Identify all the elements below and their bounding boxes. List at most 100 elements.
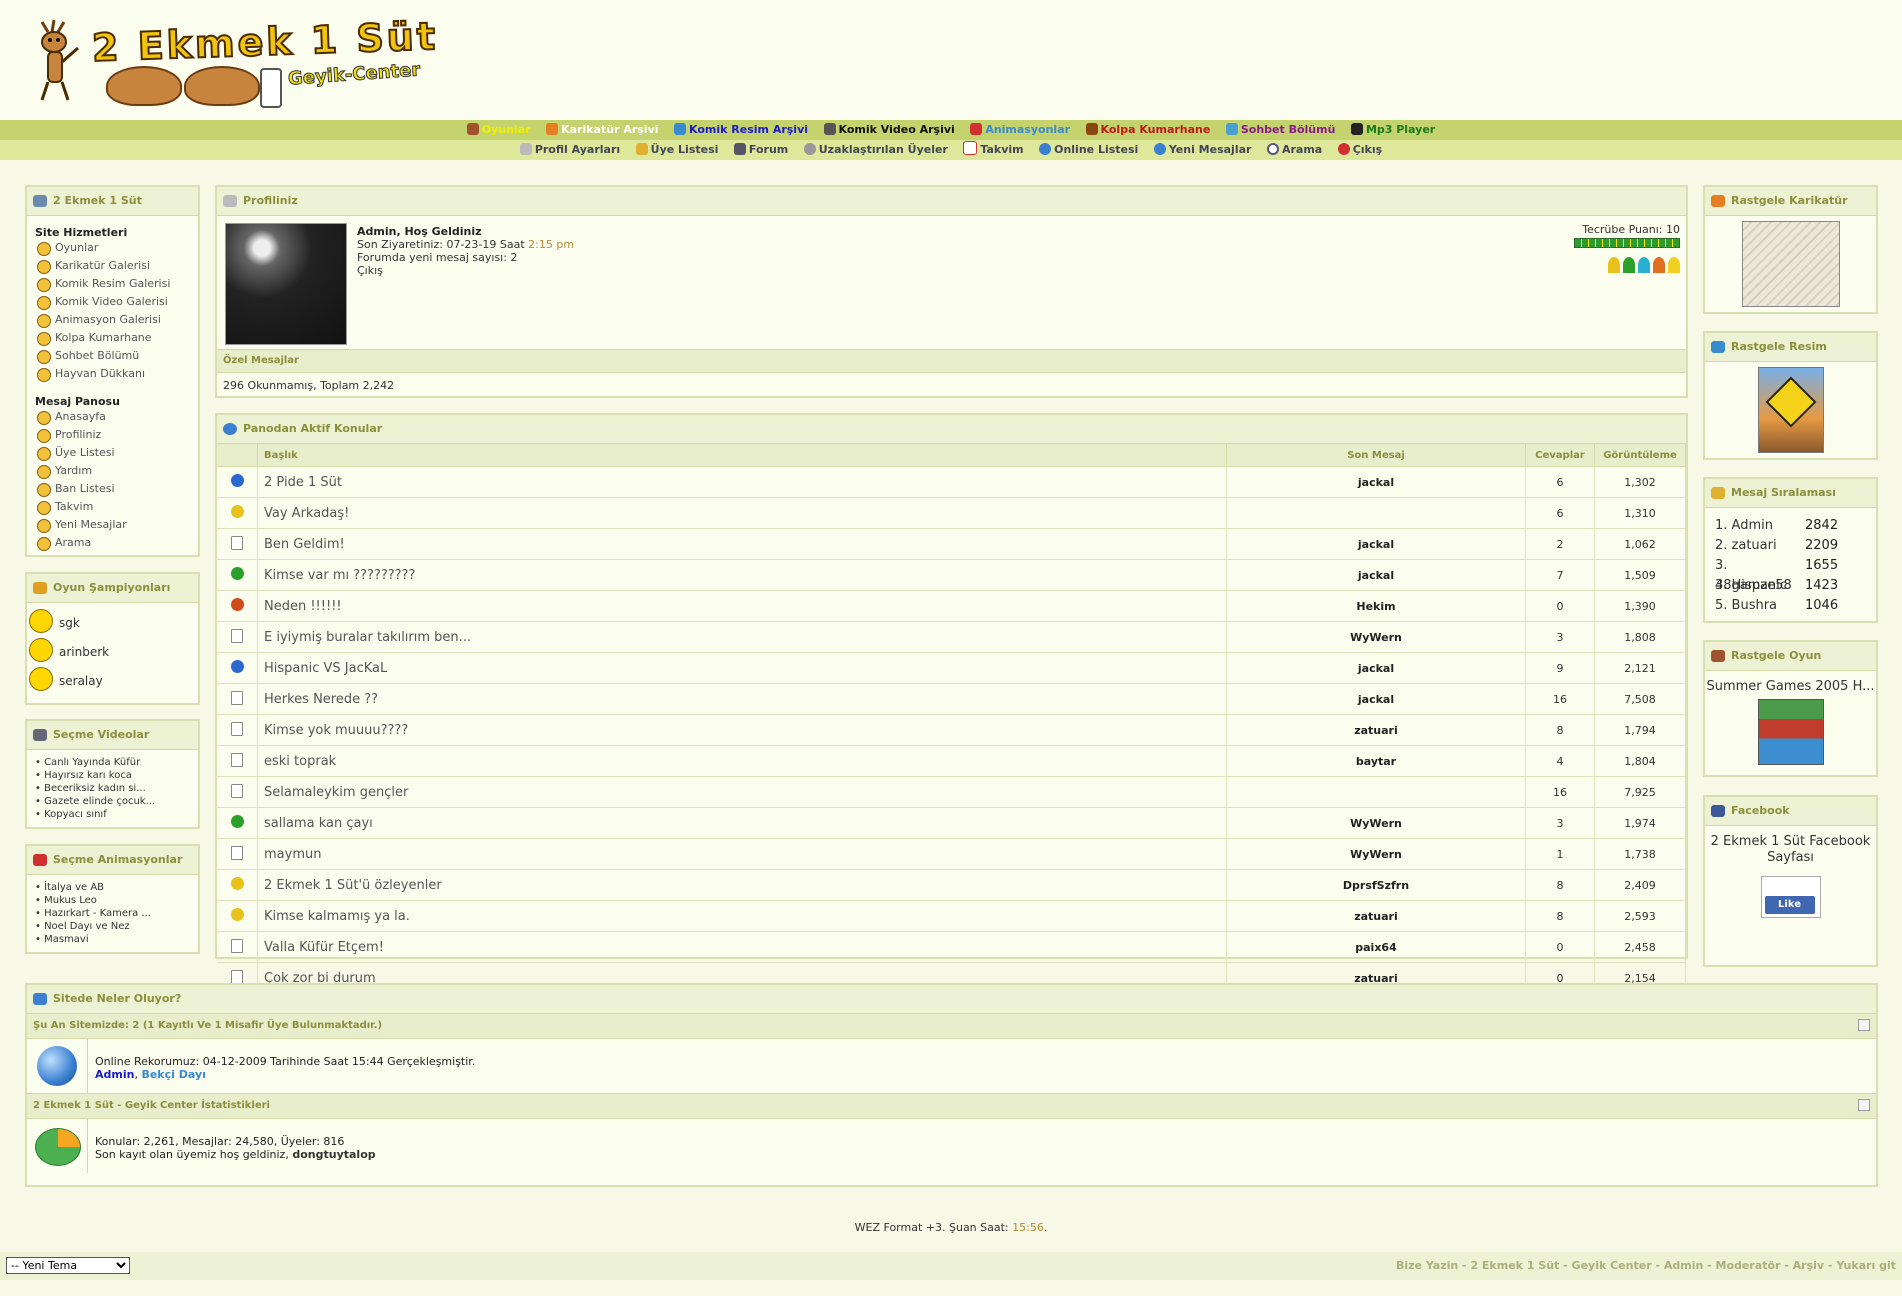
topic-title[interactable]: Kimse var mı ?????????: [257, 559, 1227, 591]
topic-last-poster[interactable]: jackal: [1226, 652, 1526, 684]
menu-item-yeni-mesajlar[interactable]: Yeni Mesajlar: [35, 516, 190, 534]
table-row[interactable]: Kimse kalmamış ya la. zatuari 8 2,593: [217, 900, 1686, 932]
nav-arama[interactable]: Arama: [1266, 140, 1322, 160]
topic-last-poster[interactable]: baytar: [1226, 745, 1526, 777]
animation-link[interactable]: • İtalya ve AB: [35, 881, 190, 894]
animation-link[interactable]: • Hazırkart - Kamera ...: [35, 907, 190, 920]
topic-last-poster[interactable]: jackal: [1226, 683, 1526, 715]
avatar[interactable]: [225, 223, 347, 345]
topic-title[interactable]: Selamaleykim gençler: [257, 776, 1227, 808]
table-row[interactable]: eski toprak baytar 4 1,804: [217, 745, 1686, 777]
menu-item-oyunlar[interactable]: Oyunlar: [35, 239, 190, 257]
topic-title[interactable]: Hispanic VS JacKaL: [257, 652, 1227, 684]
menu-item-takvim[interactable]: Takvim: [35, 498, 190, 516]
video-link[interactable]: • Beceriksiz kadın si...: [35, 782, 190, 795]
facebook-like-button[interactable]: Like: [1764, 896, 1815, 914]
ranking-row[interactable]: 5. Bushra 1046: [1715, 596, 1866, 616]
facebook-page-text[interactable]: 2 Ekmek 1 Süt Facebook Sayfası: [1705, 826, 1876, 866]
table-row[interactable]: Herkes Nerede ?? jackal 16 7,508: [217, 683, 1686, 715]
random-game-thumbnail[interactable]: [1757, 699, 1824, 765]
table-row[interactable]: Ben Geldim! jackal 2 1,062: [217, 528, 1686, 560]
video-link[interactable]: • Kopyacı sınıf: [35, 808, 190, 821]
menu-item-karikatur-galerisi[interactable]: Karikatür Galerisi: [35, 257, 190, 275]
theme-select[interactable]: -- Yeni Tema: [6, 1257, 130, 1274]
logout-link[interactable]: Çıkış: [357, 264, 383, 277]
menu-item-profiliniz[interactable]: Profiliniz: [35, 426, 190, 444]
video-link[interactable]: • Gazete elinde çocuk...: [35, 795, 190, 808]
topic-title[interactable]: Kimse yok muuuu????: [257, 714, 1227, 746]
topic-title[interactable]: Valla Küfür Etçem!: [257, 931, 1227, 963]
nav-oyunlar[interactable]: Oyunlar: [466, 120, 531, 140]
ranking-row[interactable]: 1. Admin 2842: [1715, 516, 1866, 536]
nav-mp3[interactable]: Mp3 Player: [1350, 120, 1435, 140]
topic-title[interactable]: Kimse kalmamış ya la.: [257, 900, 1227, 932]
table-row[interactable]: Neden !!!!!! Hekim 0 1,390: [217, 590, 1686, 622]
private-messages-summary[interactable]: 296 Okunmamış, Toplam 2,242: [223, 379, 394, 392]
topic-last-poster[interactable]: DprsfSzfrn: [1226, 869, 1526, 901]
topic-last-poster[interactable]: WyWern: [1226, 807, 1526, 839]
table-row[interactable]: 2 Ekmek 1 Süt'ü özleyenler DprsfSzfrn 8 2,4…: [217, 869, 1686, 901]
ranking-row[interactable]: 3. 38gamze58 1655: [1715, 556, 1866, 593]
menu-item-ban-listesi[interactable]: Ban Listesi: [35, 480, 190, 498]
online-user-link[interactable]: Bekçi Dayı: [141, 1068, 205, 1081]
table-row[interactable]: maymun WyWern 1 1,738: [217, 838, 1686, 870]
menu-item-uye-listesi[interactable]: Üye Listesi: [35, 444, 190, 462]
nav-yeni-mesajlar[interactable]: Yeni Mesajlar: [1153, 140, 1251, 160]
topic-last-poster[interactable]: WyWern: [1226, 621, 1526, 653]
nav-uzaklastirilan[interactable]: Uzaklaştırılan Üyeler: [803, 140, 948, 160]
table-row[interactable]: Kimse yok muuuu???? zatuari 8 1,794: [217, 714, 1686, 746]
animation-link[interactable]: • Masmavi: [35, 933, 190, 946]
newest-member-link[interactable]: dongtuytalop: [292, 1148, 375, 1161]
nav-kolpa[interactable]: Kolpa Kumarhane: [1085, 120, 1210, 140]
site-logo[interactable]: 2 Ekmek 1 Süt Geyik-Center: [34, 12, 454, 112]
table-row[interactable]: Vay Arkadaş! 6 1,310: [217, 497, 1686, 529]
video-link[interactable]: • Canlı Yayında Küfür: [35, 756, 190, 769]
table-row[interactable]: 2 Pide 1 Süt jackal 6 1,302: [217, 466, 1686, 498]
collapse-icon[interactable]: [1858, 1019, 1870, 1031]
topic-last-poster[interactable]: Hekim: [1226, 590, 1526, 622]
nav-sohbet[interactable]: Sohbet Bölümü: [1225, 120, 1335, 140]
animation-link[interactable]: • Noel Dayı ve Nez: [35, 920, 190, 933]
nav-cikis[interactable]: Çıkış: [1337, 140, 1382, 160]
topic-title[interactable]: sallama kan çayı: [257, 807, 1227, 839]
nav-profil-ayarlari[interactable]: Profil Ayarları: [519, 140, 620, 160]
champion-item[interactable]: seralay: [27, 663, 198, 692]
topic-title[interactable]: Ben Geldim!: [257, 528, 1227, 560]
topic-last-poster[interactable]: jackal: [1226, 559, 1526, 591]
table-row[interactable]: E iyiymiş buralar takılırım ben... WyWern…: [217, 621, 1686, 653]
topic-last-poster[interactable]: jackal: [1226, 466, 1526, 498]
topic-last-poster[interactable]: jackal: [1226, 528, 1526, 560]
topic-title[interactable]: Vay Arkadaş!: [257, 497, 1227, 529]
animation-link[interactable]: • Mukus Leo: [35, 894, 190, 907]
table-row[interactable]: sallama kan çayı WyWern 3 1,974: [217, 807, 1686, 839]
menu-item-arama[interactable]: Arama: [35, 534, 190, 552]
table-row[interactable]: Selamaleykim gençler 16 7,925: [217, 776, 1686, 808]
menu-item-komik-resim-galerisi[interactable]: Komik Resim Galerisi: [35, 275, 190, 293]
nav-takvim[interactable]: Takvim: [963, 140, 1024, 160]
topic-title[interactable]: 2 Pide 1 Süt: [257, 466, 1227, 498]
topic-title[interactable]: Herkes Nerede ??: [257, 683, 1227, 715]
topic-title[interactable]: 2 Ekmek 1 Süt'ü özleyenler: [257, 869, 1227, 901]
topic-title[interactable]: eski toprak: [257, 745, 1227, 777]
ranking-row[interactable]: 4. Hispanic 1423: [1715, 576, 1866, 596]
menu-item-animasyon-galerisi[interactable]: Animasyon Galerisi: [35, 311, 190, 329]
topic-last-poster[interactable]: WyWern: [1226, 838, 1526, 870]
menu-item-yardim[interactable]: Yardım: [35, 462, 190, 480]
collapse-icon[interactable]: [1858, 1099, 1870, 1111]
champion-item[interactable]: arinberk: [27, 634, 198, 663]
nav-karikatur[interactable]: Karikatür Arşivi: [546, 120, 659, 140]
table-row[interactable]: Valla Küfür Etçem! paix64 0 2,458: [217, 931, 1686, 963]
random-game-name[interactable]: Summer Games 2005 H...: [1705, 671, 1876, 695]
menu-item-hayvan-dukkani[interactable]: Hayvan Dükkanı: [35, 365, 190, 383]
champion-item[interactable]: sgk: [27, 605, 198, 634]
topic-title[interactable]: maymun: [257, 838, 1227, 870]
topic-last-poster[interactable]: zatuari: [1226, 714, 1526, 746]
topic-last-poster[interactable]: paix64: [1226, 931, 1526, 963]
menu-item-sohbet-bolumu[interactable]: Sohbet Bölümü: [35, 347, 190, 365]
random-image[interactable]: [1757, 367, 1824, 453]
menu-item-komik-video-galerisi[interactable]: Komik Video Galerisi: [35, 293, 190, 311]
ranking-row[interactable]: 2. zatuari 2209: [1715, 536, 1866, 556]
video-link[interactable]: • Hayırsız karı koca: [35, 769, 190, 782]
random-cartoon-image[interactable]: [1741, 221, 1840, 307]
nav-komik-video[interactable]: Komik Video Arşivi: [823, 120, 955, 140]
